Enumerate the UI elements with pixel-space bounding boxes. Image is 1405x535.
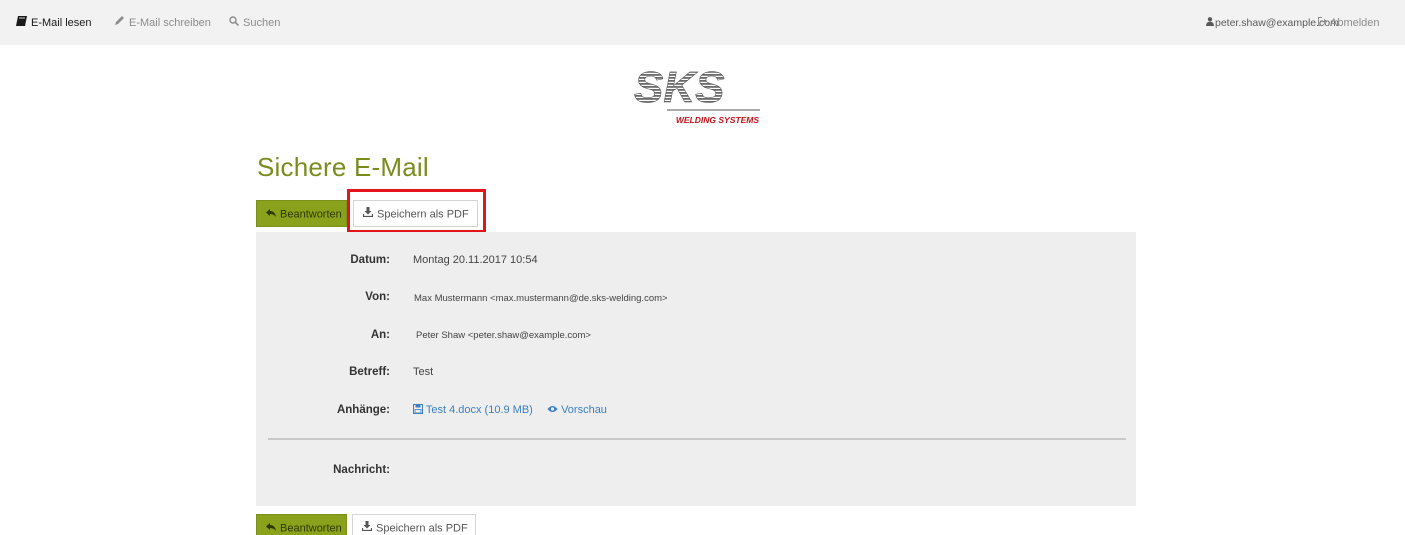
save-pdf-label: Speichern als PDF	[376, 522, 468, 535]
divider	[268, 438, 1126, 440]
subject-label: Betreff:	[349, 366, 390, 378]
date-label: Datum:	[350, 254, 390, 266]
company-logo: SKS WELDING SYSTEMS	[632, 62, 762, 130]
page-title: Sichere E-Mail	[257, 152, 429, 182]
mail-details-panel: Datum: Montag 20.11.2017 10:54 Von: Max …	[256, 232, 1136, 506]
nav-read-mail[interactable]: E-Mail lesen	[16, 0, 92, 45]
pencil-icon	[114, 0, 125, 46]
message-label: Nachricht:	[333, 464, 390, 476]
to-value: Peter Shaw <peter.shaw@example.com>	[416, 330, 591, 341]
logout-icon	[1318, 0, 1328, 46]
reply-label: Beantworten	[280, 522, 342, 535]
logo-tagline: WELDING SYSTEMS	[676, 115, 759, 125]
highlight-box	[347, 189, 486, 233]
reply-button[interactable]: Beantworten	[256, 200, 347, 227]
to-label: An:	[370, 329, 390, 341]
attachment-name: Test 4.docx (10.9 MB)	[425, 404, 533, 416]
preview-label: Vorschau	[561, 404, 607, 416]
date-value: Montag 20.11.2017 10:54	[413, 254, 538, 266]
from-value: Max Mustermann <max.mustermann@de.sks-we…	[414, 293, 668, 304]
reply-icon	[266, 201, 276, 228]
nav-write-label: E-Mail schreiben	[129, 17, 211, 29]
download-icon	[361, 515, 373, 535]
reply-label: Beantworten	[280, 208, 342, 221]
nav-write-mail[interactable]: E-Mail schreiben	[114, 0, 211, 45]
search-icon	[229, 0, 240, 46]
nav-search-label: Suchen	[243, 17, 281, 29]
nav-read-label: E-Mail lesen	[31, 17, 92, 29]
user-icon	[1206, 0, 1214, 46]
attachments-label: Anhänge:	[336, 404, 390, 416]
book-icon	[16, 0, 27, 46]
top-navbar: E-Mail lesen E-Mail schreiben Suchen pet…	[0, 0, 1405, 45]
reply-button-bottom[interactable]: Beantworten	[256, 514, 347, 535]
subject-value: Test	[413, 366, 434, 378]
attachment-link[interactable]: Test 4.docx (10.9 MB)	[413, 404, 533, 416]
nav-logout[interactable]: Abmelden	[1318, 0, 1380, 45]
save-pdf-button-bottom[interactable]: Speichern als PDF	[352, 514, 476, 535]
logo-brand: SKS	[634, 63, 724, 112]
eye-icon	[547, 404, 561, 416]
reply-icon	[266, 515, 276, 535]
nav-search[interactable]: Suchen	[229, 0, 280, 45]
file-icon	[413, 404, 426, 416]
nav-logout-label: Abmelden	[1330, 17, 1380, 29]
preview-link[interactable]: Vorschau	[547, 404, 607, 416]
from-label: Von:	[365, 291, 390, 303]
